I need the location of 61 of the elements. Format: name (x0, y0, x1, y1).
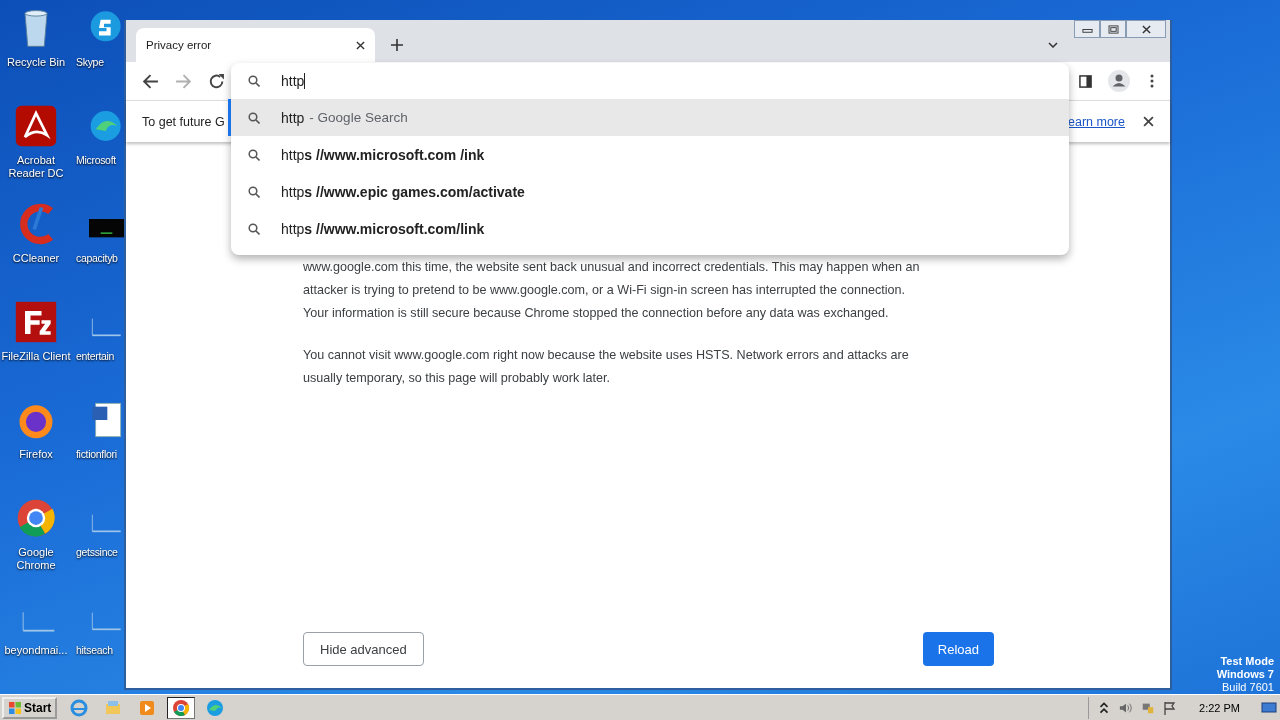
suggestion-item[interactable]: https //www.microsoft.com /ink (228, 136, 1069, 173)
suggestion-text: https //www.epic games.com/activate (281, 183, 525, 200)
desktop-icon-label[interactable]: getssince (76, 546, 118, 559)
maximize-icon (1107, 24, 1119, 34)
desktop-icon-label[interactable]: capacityb (76, 252, 118, 265)
desktop-icon-label[interactable]: Acrobat Reader DC (1, 154, 71, 180)
test-mode-text: Build 7601 (1222, 681, 1274, 694)
chrome-icon[interactable] (167, 696, 196, 719)
close-icon[interactable] (356, 40, 365, 50)
search-icon (248, 148, 260, 161)
test-mode-text: Test Mode (1220, 655, 1274, 668)
suggestion-text: http (281, 109, 305, 126)
profile-icon[interactable] (1108, 70, 1130, 92)
desktop-icon-label[interactable]: Microsoft (76, 154, 116, 167)
paragraph: You cannot visit www.google.com right now because the website uses HSTS. Network errors and attacks are usually temporary, so this page will probably work later. (303, 347, 910, 387)
close-button[interactable] (1126, 20, 1166, 38)
close-icon[interactable] (1143, 116, 1154, 127)
desktop-icon-label[interactable]: fictionflori (76, 448, 117, 461)
reload-icon[interactable] (208, 72, 225, 90)
pdf-icon[interactable] (14, 104, 58, 148)
clock[interactable]: 2:22 PM (1199, 701, 1240, 714)
desktop-icon-label[interactable]: Recycle Bin (6, 56, 66, 69)
suggestion-text: https //www.microsoft.com/link (281, 220, 485, 237)
back-icon[interactable] (142, 72, 159, 90)
address-field[interactable]: http (281, 73, 306, 89)
hide-advanced-button[interactable]: Hide advanced (303, 632, 424, 666)
tab-title: Privacy error (146, 39, 213, 51)
windows-logo-icon (8, 700, 22, 715)
chevron-down-icon[interactable] (1048, 42, 1058, 48)
test-mode-text: Windows 7 (1216, 668, 1274, 681)
plus-icon[interactable] (391, 39, 403, 51)
suggestion-text: https //www.microsoft.com /ink (281, 146, 485, 163)
monitor-icon (1261, 701, 1277, 714)
side-panel-icon[interactable] (1079, 74, 1092, 88)
suggestion-item[interactable]: http - Google Search (228, 99, 1069, 136)
desktop-icon-label[interactable]: Firefox (19, 448, 53, 461)
menu-icon[interactable] (1150, 74, 1154, 88)
desktop-icon-label[interactable]: hitseach (76, 644, 113, 657)
search-icon (248, 222, 260, 235)
suggestion-item[interactable]: https //www.epic games.com/activate (228, 173, 1069, 210)
desktop-icon-label[interactable]: CCleaner (12, 252, 60, 265)
reload-button[interactable]: Reload (922, 632, 994, 666)
minimize-button[interactable] (1074, 20, 1100, 38)
desktop-icon-label[interactable]: beyondmai... (4, 644, 68, 657)
suggestion-source: - Google Search (309, 110, 408, 125)
search-icon (248, 111, 260, 124)
desktop-icon-label[interactable]: entertain (76, 350, 115, 363)
browser-tab[interactable]: Privacy error (136, 28, 375, 62)
info-text: To get future G (142, 114, 225, 129)
search-icon (248, 185, 260, 198)
learn-more-link[interactable]: earn more (1068, 114, 1125, 129)
paragraph: www.google.com this time, the website sent back unusual and incorrect credentials. This may happen when an attacker is trying to pretend to be www.google.com, or a Wi-Fi sign-in screen has interrupted the connection. Your information is still secure because Chrome stopped the connection before any data was exchanged. (303, 259, 921, 322)
desktop-icon-label[interactable]: Skype (76, 56, 104, 69)
search-icon (248, 75, 260, 87)
desktop-icon-label[interactable]: FileZilla Client (1, 350, 71, 363)
close-icon (1140, 24, 1152, 34)
desktop-icon-label[interactable]: Google Chrome (1, 546, 71, 572)
flag-icon[interactable] (1163, 700, 1178, 715)
start-button[interactable]: Start (2, 696, 58, 719)
suggestion-item[interactable]: https //www.microsoft.com/link (228, 210, 1069, 247)
maximize-button[interactable] (1100, 20, 1126, 38)
